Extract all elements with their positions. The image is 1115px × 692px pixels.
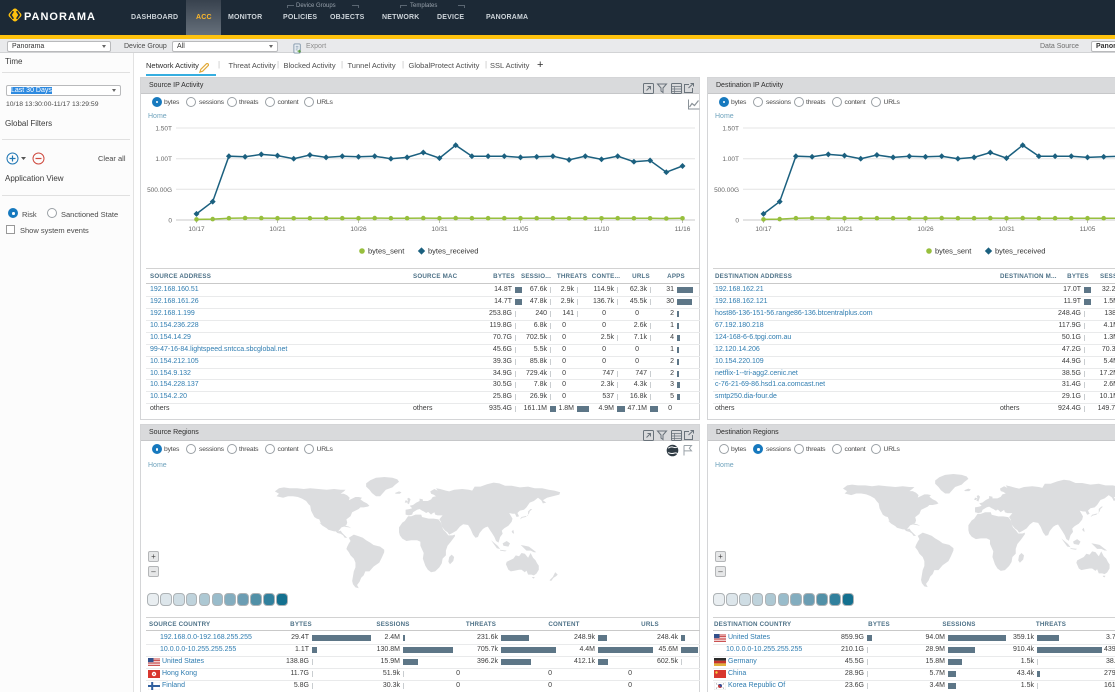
svg-text:500.00G: 500.00G [714,187,739,194]
svg-text:bytes_sent: bytes_sent [368,247,405,256]
svg-text:1.00T: 1.00T [722,156,739,163]
svg-text:11/05: 11/05 [513,226,529,233]
svg-text:10/17: 10/17 [755,226,772,233]
svg-text:10/31: 10/31 [431,226,448,233]
svg-text:10/17: 10/17 [188,226,205,233]
svg-text:10/26: 10/26 [917,226,934,233]
svg-text:1.50T: 1.50T [722,126,739,133]
svg-text:11/16: 11/16 [675,226,691,233]
svg-text:11/10: 11/10 [594,226,610,233]
svg-text:10/31: 10/31 [998,226,1015,233]
svg-text:10/21: 10/21 [269,226,286,233]
svg-text:bytes_sent: bytes_sent [935,247,972,256]
svg-text:1.50T: 1.50T [155,126,172,133]
svg-text:10/26: 10/26 [350,226,367,233]
svg-text:11/05: 11/05 [1080,226,1096,233]
svg-text:1.00T: 1.00T [155,156,172,163]
svg-text:0: 0 [168,218,172,225]
svg-text:0: 0 [735,218,739,225]
svg-text:bytes_received: bytes_received [428,247,478,256]
svg-text:500.00G: 500.00G [147,187,172,194]
svg-text:10/21: 10/21 [836,226,853,233]
svg-text:bytes_received: bytes_received [995,247,1045,256]
